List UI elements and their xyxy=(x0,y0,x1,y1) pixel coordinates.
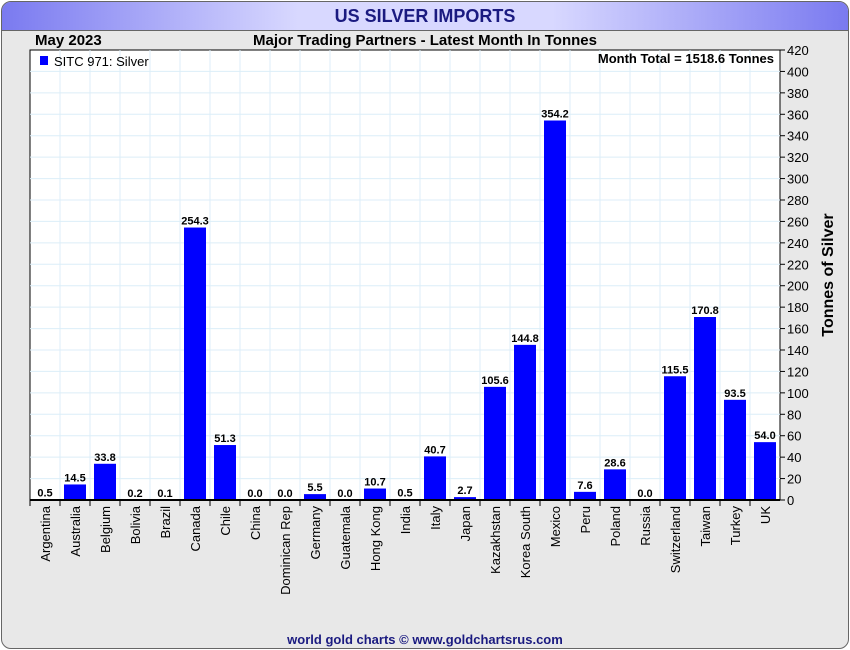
bar xyxy=(544,120,566,500)
y-tick-label: 380 xyxy=(787,86,809,101)
bar xyxy=(94,463,116,500)
bar xyxy=(64,484,86,500)
bar xyxy=(364,488,386,500)
bar xyxy=(184,227,206,501)
x-tick-label: Japan xyxy=(458,506,473,541)
y-tick-label: 160 xyxy=(787,322,809,337)
y-tick-label: 20 xyxy=(787,472,801,487)
x-tick-label: Korea South xyxy=(518,506,533,578)
bar xyxy=(694,317,716,500)
data-label: 0.0 xyxy=(277,488,292,500)
data-label: 33.8 xyxy=(94,452,115,464)
x-tick-label: Argentina xyxy=(38,505,53,561)
x-tick-label: Poland xyxy=(608,506,623,546)
data-label: 0.5 xyxy=(397,487,412,499)
x-tick-label: Russia xyxy=(638,505,653,546)
y-tick-label: 120 xyxy=(787,364,809,379)
data-label: 254.3 xyxy=(181,216,209,228)
y-tick-label: 60 xyxy=(787,429,801,444)
y-tick-label: 320 xyxy=(787,150,809,165)
y-tick-label: 260 xyxy=(787,214,809,229)
bar xyxy=(574,491,596,500)
x-tick-label: Brazil xyxy=(158,506,173,539)
bar xyxy=(214,445,236,500)
x-tick-label: Hong Kong xyxy=(368,506,383,571)
data-label: 2.7 xyxy=(457,485,472,497)
x-tick-label: Italy xyxy=(428,506,443,530)
bar xyxy=(724,399,746,500)
x-tick-label: Canada xyxy=(188,505,203,551)
y-tick-label: 200 xyxy=(787,279,809,294)
data-label: 0.1 xyxy=(157,488,172,500)
y-tick-label: 240 xyxy=(787,236,809,251)
data-label: 0.0 xyxy=(637,488,652,500)
data-label: 5.5 xyxy=(307,482,322,494)
data-label: 10.7 xyxy=(364,477,385,489)
data-label: 354.2 xyxy=(541,109,569,121)
bar-chart: 0 20 40 60 80 100 120 140 160 180 200 220 240 260 280 3… xyxy=(29,43,837,595)
data-label: 7.6 xyxy=(577,480,592,492)
y-tick-label: 220 xyxy=(787,257,809,272)
x-tick-label: Peru xyxy=(578,506,593,533)
y-tick-label: 40 xyxy=(787,450,801,465)
x-tick-label: Chile xyxy=(218,506,233,536)
x-tick-label: China xyxy=(248,505,263,540)
data-label: 144.8 xyxy=(511,333,539,345)
x-tick-label: Taiwan xyxy=(698,506,713,546)
legend-label: SITC 971: Silver xyxy=(54,54,149,69)
y-tick-label: 360 xyxy=(787,107,809,122)
bar xyxy=(664,376,686,500)
x-tick-label: Bolivia xyxy=(128,505,143,544)
x-tick-label: Turkey xyxy=(728,506,743,546)
x-tick-label: Switzerland xyxy=(668,506,683,573)
data-label: 0.2 xyxy=(127,488,142,500)
bar xyxy=(484,386,506,500)
y-tick-label: 0 xyxy=(787,493,794,508)
data-label: 0.0 xyxy=(247,488,262,500)
x-tick-label: Germany xyxy=(308,506,323,560)
data-label: 14.5 xyxy=(64,472,85,484)
y-tick-label: 80 xyxy=(787,407,801,422)
data-label: 105.6 xyxy=(481,375,509,387)
y-tick-label: 300 xyxy=(787,172,809,187)
y-axis-label: Tonnes of Silver xyxy=(820,213,837,336)
x-tick-label: Mexico xyxy=(548,506,563,547)
x-tick-label: Belgium xyxy=(98,506,113,553)
data-label: 28.6 xyxy=(604,457,625,469)
y-tick-label: 420 xyxy=(787,43,809,58)
month-total-annotation: Month Total = 1518.6 Tonnes xyxy=(598,51,774,66)
data-label: 40.7 xyxy=(424,444,445,456)
x-tick-label: Guatemala xyxy=(338,505,353,569)
data-label: 93.5 xyxy=(724,388,745,400)
y-tick-label: 100 xyxy=(787,386,809,401)
data-label: 170.8 xyxy=(691,305,719,317)
y-tick-label: 180 xyxy=(787,300,809,315)
x-tick-label: Australia xyxy=(68,505,83,556)
y-tick-label: 400 xyxy=(787,64,809,79)
y-tick-label: 340 xyxy=(787,129,809,144)
legend-swatch xyxy=(40,56,48,65)
bar xyxy=(754,442,776,500)
y-tick-label: 140 xyxy=(787,343,809,358)
data-label: 115.5 xyxy=(662,364,689,376)
data-label: 0.0 xyxy=(337,488,352,500)
bar xyxy=(514,344,536,500)
x-tick-label: Dominican Rep xyxy=(278,506,293,595)
x-tick-label: Kazakhstan xyxy=(488,506,503,574)
data-label: 54.0 xyxy=(754,430,775,442)
data-label: 0.5 xyxy=(37,487,52,499)
x-tick-label: India xyxy=(398,505,413,534)
x-tick-label: UK xyxy=(758,506,773,524)
bar xyxy=(424,456,446,500)
bar xyxy=(604,469,626,500)
y-tick-label: 280 xyxy=(787,193,809,208)
data-label: 51.3 xyxy=(214,433,235,445)
